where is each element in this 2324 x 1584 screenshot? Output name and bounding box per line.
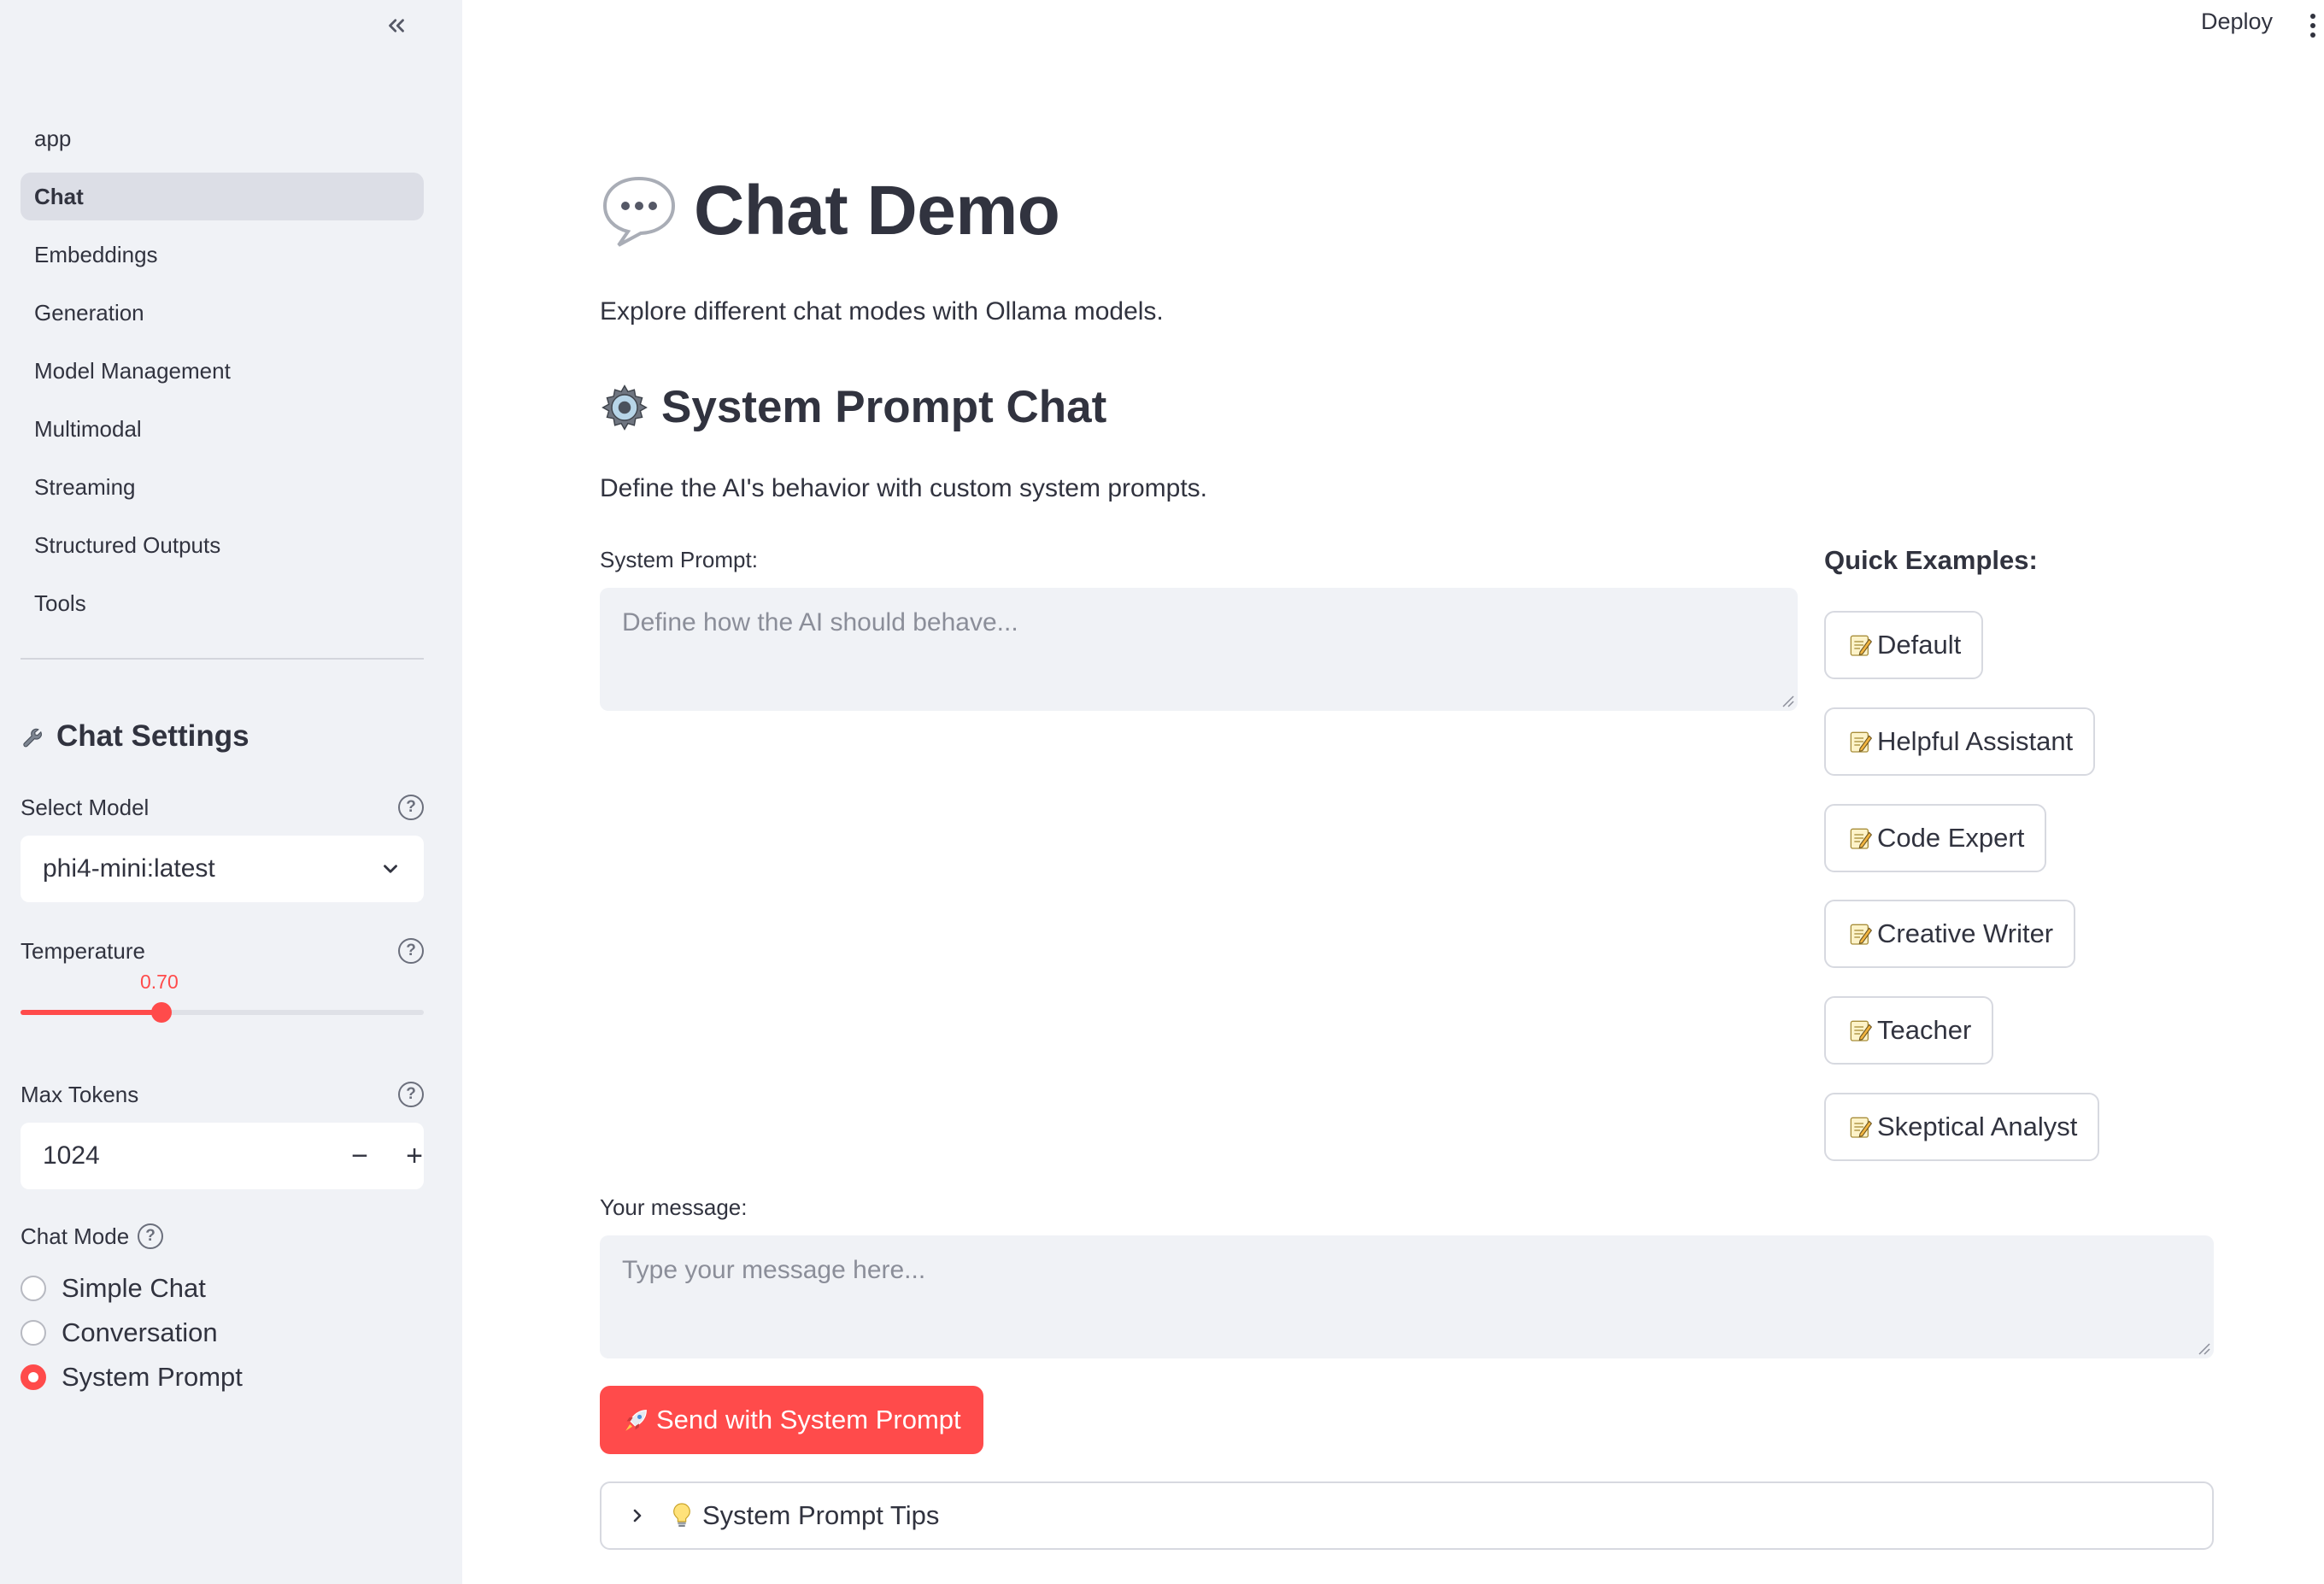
memo-icon [1850,1117,1873,1138]
nav-item-structured-outputs[interactable]: Structured Outputs [21,521,424,569]
double-chevron-left-icon [389,19,404,32]
nav-item-label: Embeddings [34,241,158,267]
page-title: Chat Demo [600,171,1060,251]
nav-item-label: Structured Outputs [34,531,221,558]
example-default-button[interactable]: Default [1824,611,1984,679]
chat-mode-label: Chat Mode [21,1223,130,1249]
radio-label: System Prompt [62,1362,243,1392]
nav-item-multimodal[interactable]: Multimodal [21,405,424,453]
nav-item-label: Streaming [34,473,136,500]
memo-icon [1850,828,1873,849]
example-label: Creative Writer [1877,918,2054,948]
wrench-icon [23,728,42,748]
sidebar: app Chat Embeddings Generation Model Man… [0,0,462,1584]
deploy-button[interactable]: Deploy [2201,9,2273,35]
system-prompt-label: System Prompt: [600,547,758,572]
example-label: Teacher [1877,1015,1972,1045]
speech-bubble-icon [602,176,676,247]
nav-item-label: app [34,125,72,151]
model-select-value: phi4-mini:latest [43,854,215,883]
help-icon[interactable]: ? [398,1082,424,1107]
page-nav: app Chat Embeddings Generation Model Man… [21,114,424,637]
system-prompt-tips-expander[interactable]: System Prompt Tips [600,1481,2214,1550]
resize-grip-icon[interactable] [1781,694,1794,707]
more-vertical-icon [2310,14,2315,38]
message-label: Your message: [600,1194,748,1220]
system-prompt-placeholder: Define how the AI should behave... [622,608,1018,637]
chat-settings-heading: Chat Settings [21,719,249,754]
lightbulb-icon [673,1503,690,1528]
resize-grip-icon[interactable] [2197,1341,2210,1355]
chevron-right-icon [633,1509,642,1522]
page-subtitle: Explore different chat modes with Ollama… [600,297,1164,326]
rocket-icon [625,1410,647,1431]
select-model-label: Select Model [21,795,150,820]
radio-simple-chat[interactable]: Simple Chat [21,1273,206,1304]
example-label: Helpful Assistant [1877,726,2074,756]
section-title-text: System Prompt Chat [661,382,1107,432]
max-tokens-value: 1024 [43,1141,100,1170]
temperature-value: 0.70 [140,971,179,993]
example-teacher-button[interactable]: Teacher [1824,996,1994,1065]
nav-item-model-management[interactable]: Model Management [21,347,424,395]
send-button-label: Send with System Prompt [656,1405,961,1434]
increment-button[interactable]: + [388,1123,441,1189]
nav-item-label: Model Management [34,357,231,384]
radio-label: Conversation [62,1317,218,1347]
example-label: Default [1877,630,1962,660]
example-label: Code Expert [1877,823,2025,853]
example-creative-writer-button[interactable]: Creative Writer [1824,900,2076,968]
nav-item-label: Tools [34,590,86,616]
memo-icon [1850,731,1873,753]
nav-item-chat[interactable]: Chat [21,173,424,220]
nav-item-embeddings[interactable]: Embeddings [21,231,424,279]
chat-settings-title: Chat Settings [56,719,249,753]
radio-button[interactable] [21,1320,46,1346]
example-helpful-assistant-button[interactable]: Helpful Assistant [1824,707,2096,776]
expander-label: System Prompt Tips [702,1500,940,1530]
sidebar-divider [21,658,424,660]
slider-thumb[interactable] [151,1002,173,1023]
radio-conversation[interactable]: Conversation [21,1317,218,1348]
collapse-sidebar-button[interactable] [379,9,414,43]
nav-item-app[interactable]: app [21,114,424,162]
send-with-system-prompt-button[interactable]: Send with System Prompt [600,1386,983,1454]
max-tokens-label: Max Tokens [21,1082,139,1107]
main-menu-button[interactable] [2303,9,2323,43]
section-title: System Prompt Chat [600,381,1106,433]
help-icon[interactable]: ? [398,938,424,964]
chevron-down-icon [384,865,397,873]
message-placeholder: Type your message here... [622,1256,926,1284]
gear-icon [602,384,648,431]
nav-item-label: Chat [34,183,84,209]
temperature-label: Temperature [21,938,145,964]
radio-system-prompt[interactable]: System Prompt [21,1362,243,1393]
radio-button[interactable] [21,1276,46,1301]
memo-icon [1850,635,1873,656]
max-tokens-input[interactable]: 1024 − + [21,1123,424,1189]
message-textarea[interactable]: Type your message here... [600,1235,2214,1358]
model-select[interactable]: phi4-mini:latest [21,836,424,902]
temperature-slider[interactable] [21,1002,424,1023]
help-icon[interactable]: ? [138,1223,163,1249]
quick-examples-title: Quick Examples: [1824,545,2038,575]
nav-item-generation[interactable]: Generation [21,289,424,337]
nav-item-tools[interactable]: Tools [21,579,424,627]
radio-label: Simple Chat [62,1273,206,1303]
example-code-expert-button[interactable]: Code Expert [1824,804,2047,872]
nav-item-streaming[interactable]: Streaming [21,463,424,511]
help-icon[interactable]: ? [398,795,424,820]
memo-icon [1850,1020,1873,1041]
memo-icon [1850,924,1873,945]
slider-fill [21,1010,162,1015]
nav-item-label: Multimodal [34,415,142,442]
section-description: Define the AI's behavior with custom sys… [600,474,1208,502]
example-skeptical-analyst-button[interactable]: Skeptical Analyst [1824,1093,2100,1161]
page-title-text: Chat Demo [694,172,1060,249]
decrement-button[interactable]: − [333,1123,386,1189]
nav-item-label: Generation [34,299,144,326]
system-prompt-textarea[interactable]: Define how the AI should behave... [600,588,1798,711]
example-label: Skeptical Analyst [1877,1112,2078,1141]
radio-button-selected[interactable] [21,1364,46,1390]
